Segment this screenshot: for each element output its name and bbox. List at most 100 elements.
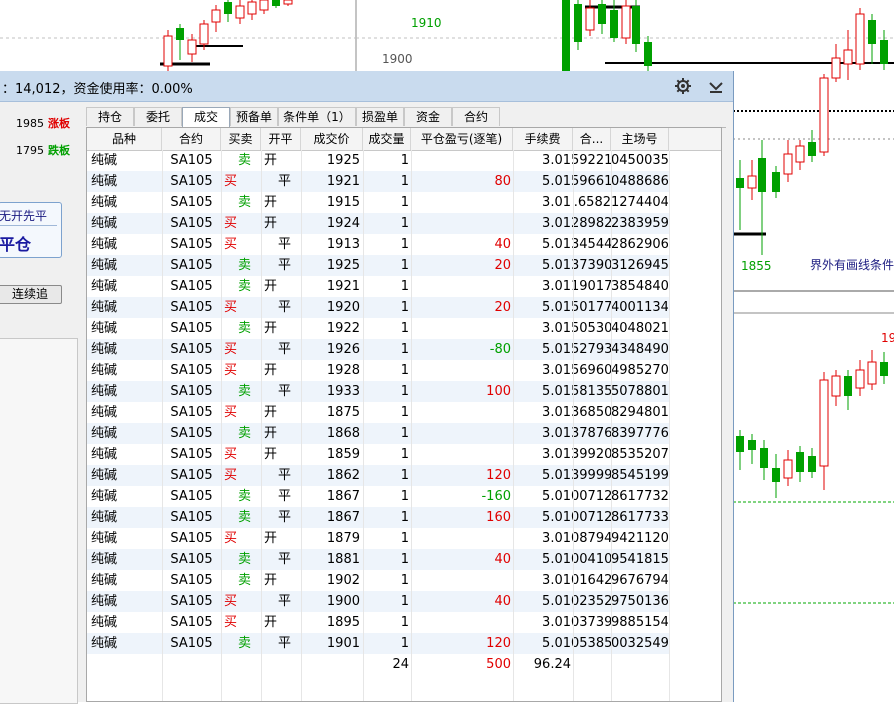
cell-product: 纯碱 (91, 384, 118, 399)
cell-contract: SA105 (170, 573, 213, 588)
cell-quantity: 1 (400, 510, 409, 525)
col-header-contract-no[interactable]: 合... (573, 128, 611, 150)
table-row[interactable]: 纯碱 SA105 买 平 1921 1 80 5.01 59661 0488686 (87, 171, 669, 192)
cell-contract-no: 39920 (571, 447, 611, 462)
col-header-open-close[interactable]: 开平 (261, 128, 301, 150)
cell-close-pnl: 80 (494, 174, 511, 189)
continuous-chase-button[interactable]: 连续追 (0, 285, 62, 304)
cell-price: 1862 (326, 468, 360, 483)
cell-fee: 3.01 (542, 216, 571, 231)
cell-close-pnl: 40 (494, 552, 511, 567)
cell-close-pnl (411, 444, 511, 465)
chevron-down-icon[interactable] (705, 75, 727, 97)
table-row[interactable]: 纯碱 SA105 卖开 1925 1 3.01 59221 0450035 (87, 150, 669, 171)
cell-quantity: 1 (400, 300, 409, 315)
cell-fee: 3.01 (542, 405, 571, 420)
cell-fee: 5.01 (542, 258, 571, 273)
limit-down-row: 1795 跌板 (0, 142, 70, 158)
tab-prepared-orders[interactable]: 预备单 (230, 107, 278, 126)
tab-positions[interactable]: 持仓 (86, 107, 134, 126)
table-row[interactable]: 纯碱 SA105 卖 平 1901 1 120 5.01 05385 0032549 (87, 633, 669, 654)
table-row[interactable]: 纯碱 SA105 卖开 1915 1 3.01.6582 1274404 (87, 192, 669, 213)
gear-icon[interactable] (672, 75, 694, 97)
cell-fee: 5.01 (542, 552, 571, 567)
table-row[interactable]: 纯碱 SA105 买 平 1926 1 -80 5.01 52793 4348490 (87, 339, 669, 360)
table-row[interactable]: 纯碱 SA105 买 开 1895 1 3.01 03739 9885154 (87, 612, 669, 633)
close-position-button[interactable]: 无开先平 平仓 (0, 202, 62, 258)
cell-price: 1924 (326, 216, 360, 231)
table-row[interactable]: 纯碱 SA105 卖 平 1867 1 -160 5.01 00712 8617732 (87, 486, 669, 507)
col-header-quantity[interactable]: 成交量 (363, 128, 411, 150)
table-row[interactable]: 纯碱 SA105 卖开 1922 1 3.01 50530 4048021 (87, 318, 669, 339)
cell-fee: 3.01 (542, 195, 571, 210)
table-row[interactable]: 纯碱 SA105 买 开 1875 1 3.01 36850 8294801 (87, 402, 669, 423)
table-row[interactable]: 纯碱 SA105 买 平 1920 1 20 5.01 50177 4001134 (87, 297, 669, 318)
col-header-close-pnl[interactable]: 平仓盈亏(逐笔) (411, 128, 513, 150)
cell-fee: 5.01 (542, 300, 571, 315)
cell-quantity: 1 (400, 258, 409, 273)
cell-side: 卖 (238, 510, 252, 525)
cell-price: 1915 (326, 195, 360, 210)
cell-price: 1901 (326, 636, 360, 651)
cell-side: 买 (224, 363, 238, 378)
table-row[interactable]: 纯碱 SA105 买 开 1928 1 3.01 56960 4985270 (87, 360, 669, 381)
cell-open-close: 开 (264, 573, 278, 588)
tab-funds[interactable]: 资金 (404, 107, 452, 126)
cell-contract: SA105 (170, 384, 213, 399)
table-row[interactable]: 纯碱 SA105 买 平 1862 1 120 5.01 39999 8545199 (87, 465, 669, 486)
table-row[interactable]: 纯碱 SA105 卖 平 1933 1 100 5.01 58135 5078801 (87, 381, 669, 402)
cell-close-pnl: 40 (494, 237, 511, 252)
col-header-product[interactable]: 品种 (87, 128, 162, 150)
cell-side: 卖 (238, 426, 252, 441)
cell-contract: SA105 (170, 300, 213, 315)
cell-close-pnl: 20 (494, 258, 511, 273)
cell-product: 纯碱 (91, 300, 118, 315)
col-header-contract[interactable]: 合约 (162, 128, 221, 150)
cell-side: 买 (224, 300, 238, 315)
table-row[interactable]: 纯碱 SA105 买 开 1859 1 3.01 39920 8535207 (87, 444, 669, 465)
cell-contract: SA105 (170, 321, 213, 336)
col-header-side[interactable]: 买卖 (221, 128, 261, 150)
cell-quantity: 1 (400, 342, 409, 357)
cell-side: 买 (224, 594, 238, 609)
table-row[interactable]: 纯碱 SA105 卖开 1902 1 3.01 01642 9676794 (87, 570, 669, 591)
tab-stop-profit-orders[interactable]: 损盈单 (356, 107, 404, 126)
tab-contracts[interactable]: 合约 (452, 107, 500, 126)
table-row[interactable]: 纯碱 SA105 卖 平 1881 1 40 5.01 00410 9541815 (87, 549, 669, 570)
tab-conditional-orders[interactable]: 条件单（1） (278, 107, 356, 126)
cell-contract: SA105 (170, 153, 213, 168)
col-header-price[interactable]: 成交价 (301, 128, 363, 150)
table-row[interactable]: 纯碱 SA105 买 平 1900 1 40 5.01 02352 9750136 (87, 591, 669, 612)
cell-product: 纯碱 (91, 447, 118, 462)
cell-close-pnl: -80 (489, 342, 511, 357)
table-row[interactable]: 纯碱 SA105 卖 平 1867 1 160 5.01 00712 8617733 (87, 507, 669, 528)
col-header-exchange-no[interactable]: 主场号 (611, 128, 669, 150)
cell-close-pnl: 40 (494, 594, 511, 609)
table-header: 品种 合约 买卖 开平 成交价 成交量 平仓盈亏(逐笔) 手续费 合... 主场… (87, 128, 721, 151)
col-header-fee[interactable]: 手续费 (513, 128, 573, 150)
table-row[interactable]: 纯碱 SA105 买 开 1879 1 3.01 08794 9421120 (87, 528, 669, 549)
tab-trades[interactable]: 成交 (182, 107, 230, 128)
cell-open-close: 开 (264, 195, 278, 210)
cell-quantity: 1 (400, 573, 409, 588)
cell-fee: 5.01 (542, 594, 571, 609)
cell-open-close: 平 (278, 636, 292, 651)
cell-price: 1926 (326, 342, 360, 357)
cell-side: 买 (224, 531, 238, 546)
status-title-bar: ：14,012，资金使用率：0.00% (0, 71, 733, 102)
cell-close-pnl (411, 360, 511, 381)
cell-fee: 3.01 (542, 426, 571, 441)
cell-contract-no: 03739 (571, 615, 611, 630)
cell-exchange-no: 2383959 (611, 216, 668, 231)
table-row[interactable]: 纯碱 SA105 卖开 1868 1 3.01 37876 8397776 (87, 423, 669, 444)
cell-fee: 5.01 (542, 489, 571, 504)
table-row[interactable]: 纯碱 SA105 买 开 1924 1 3.01 28982 2383959 (87, 213, 669, 234)
table-row[interactable]: 纯碱 SA105 卖开 1921 1 3.01 19017 3854840 (87, 276, 669, 297)
limit-up-label[interactable]: 涨板 (48, 117, 70, 130)
limit-down-label[interactable]: 跌板 (48, 144, 70, 157)
trades-table[interactable]: 品种 合约 买卖 开平 成交价 成交量 平仓盈亏(逐笔) 手续费 合... 主场… (86, 127, 722, 702)
table-row[interactable]: 纯碱 SA105 买 平 1913 1 40 5.01 34544 2862906 (87, 234, 669, 255)
table-row[interactable]: 纯碱 SA105 卖 平 1925 1 20 5.01 37390 3126945 (87, 255, 669, 276)
tab-orders[interactable]: 委托 (134, 107, 182, 126)
cell-exchange-no: 1274404 (611, 195, 668, 210)
